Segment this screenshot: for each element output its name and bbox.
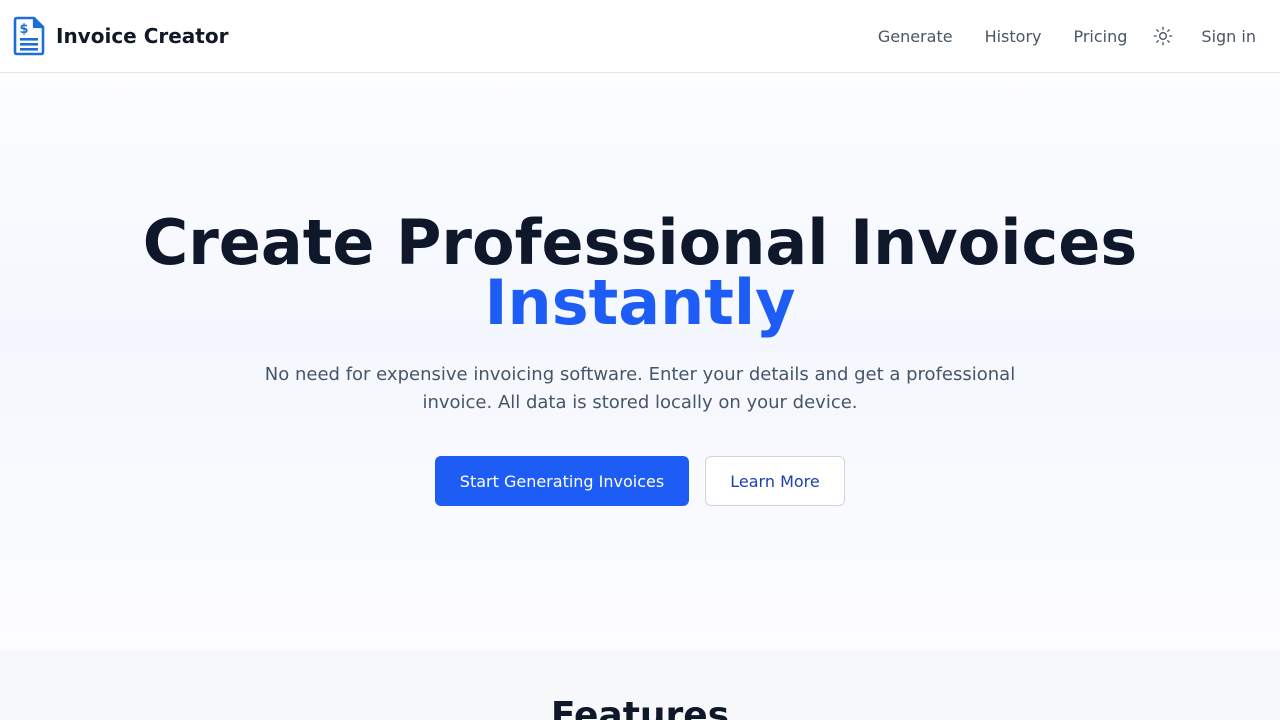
- sign-in-link[interactable]: Sign in: [1201, 27, 1256, 46]
- theme-toggle-button[interactable]: [1151, 24, 1175, 48]
- top-navbar: $ Invoice Creator Generate History Prici…: [0, 0, 1280, 73]
- features-section: Features: [0, 650, 1280, 720]
- sun-icon: [1154, 26, 1173, 46]
- hero-title-accent: Instantly: [484, 266, 796, 339]
- nav-link-generate[interactable]: Generate: [878, 27, 953, 46]
- brand-name: Invoice Creator: [56, 24, 229, 48]
- invoice-document-icon: $: [12, 15, 46, 57]
- nav-link-pricing[interactable]: Pricing: [1073, 27, 1127, 46]
- brand-link[interactable]: $ Invoice Creator: [12, 15, 228, 57]
- hero-title: Create Professional Invoices Instantly: [0, 212, 1280, 339]
- main-nav: Generate History Pricing Sign in: [878, 24, 1256, 48]
- hero-subtitle: No need for expensive invoicing software…: [264, 364, 1016, 413]
- svg-text:$: $: [19, 22, 28, 37]
- start-generating-button[interactable]: Start Generating Invoices: [435, 456, 689, 506]
- hero-section: Create Professional Invoices Instantly N…: [0, 73, 1280, 650]
- learn-more-button[interactable]: Learn More: [705, 456, 845, 506]
- features-title: Features: [550, 695, 730, 720]
- nav-link-history[interactable]: History: [985, 27, 1042, 46]
